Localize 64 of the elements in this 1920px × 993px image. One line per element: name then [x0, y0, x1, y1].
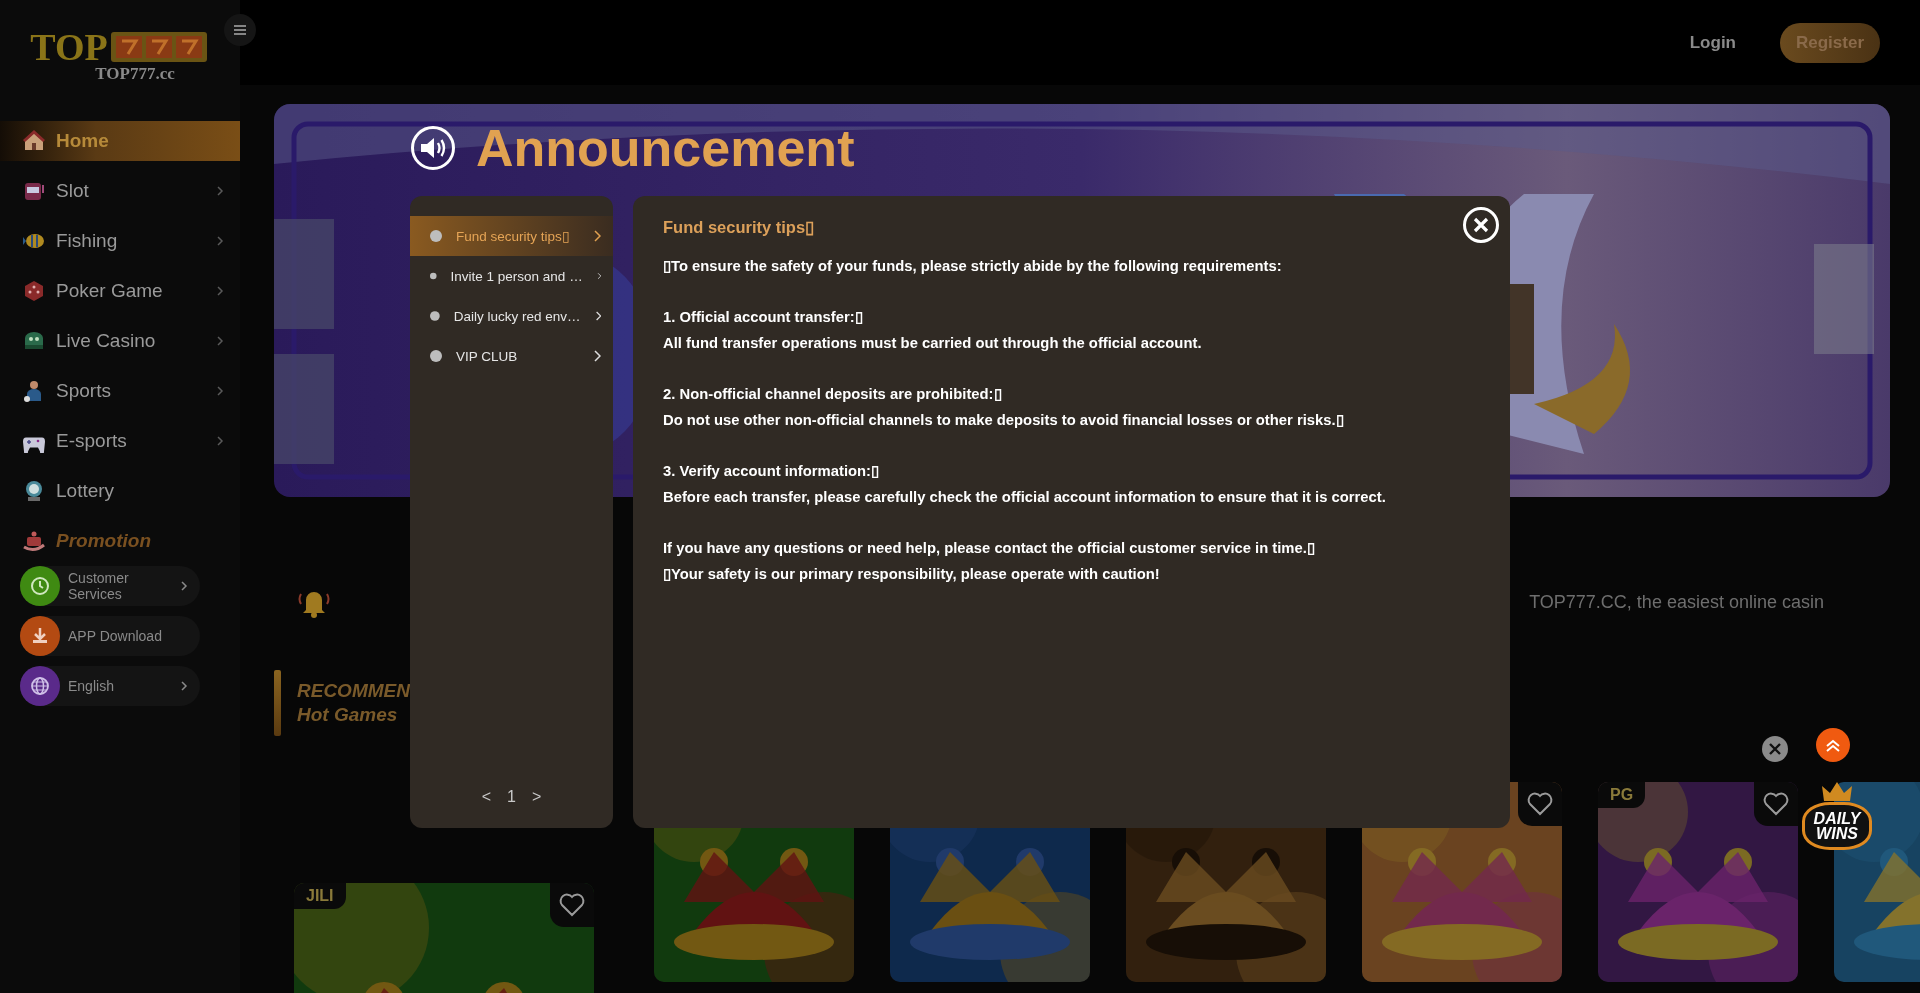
notice-text: Do not use other non-official channels to make deposits to avoid financial losses or other risks.▯ — [663, 411, 1345, 430]
marquee-text: TOP777.CC, the easiest online casin — [1529, 591, 1824, 613]
dismiss-button[interactable] — [1762, 736, 1788, 762]
dot-icon — [430, 230, 442, 242]
scroll-top-button[interactable] — [1816, 728, 1850, 762]
dice-icon — [22, 279, 46, 303]
chevron-icon — [593, 350, 601, 362]
language-selector[interactable]: English — [20, 666, 200, 706]
house-icon — [22, 129, 46, 153]
speaker-icon[interactable] — [410, 125, 456, 171]
heart-icon[interactable] — [1763, 792, 1789, 816]
notice-text: 1. Official account transfer:▯ — [663, 308, 864, 327]
heart-icon[interactable] — [1527, 792, 1553, 816]
dot-icon — [430, 350, 442, 362]
notice-text: 2. Non-official channel deposits are prohibited:▯ — [663, 385, 1003, 404]
menu-icon — [234, 25, 246, 35]
notice-text: All fund transfer operations must be carried out through the official account. — [663, 334, 1203, 353]
nav-item[interactable]: Lottery — [0, 471, 240, 511]
nav-item[interactable]: Poker Game — [0, 271, 240, 311]
close-button[interactable] — [1462, 206, 1500, 244]
next-page-button[interactable]: > — [529, 788, 544, 806]
announcement-tab[interactable]: Fund security tips▯ — [410, 216, 613, 256]
nav-item[interactable]: Fishing — [0, 221, 240, 261]
download-button[interactable]: APP Download — [20, 616, 200, 656]
announcement-tab[interactable]: VIP CLUB — [410, 336, 613, 376]
section-subtitle: Hot Games — [297, 703, 399, 727]
provider-badge: JILI — [294, 883, 346, 909]
daily-wins-button[interactable]: DAILY WINS — [1800, 782, 1874, 874]
menu-button[interactable] — [224, 14, 256, 46]
notice-text: Before each transfer, please carefully check the official account information to ensure that it is correct. — [663, 488, 1387, 507]
logo-domain: TOP777.cc — [95, 64, 175, 84]
slot-reels-icon — [109, 31, 210, 63]
nav-item[interactable]: Live Casino — [0, 321, 240, 361]
notice-text: ▯To ensure the safety of your funds, please strictly abide by the following requirements: — [663, 257, 1283, 276]
double-chevron-icon — [1825, 738, 1841, 752]
notice-text: If you have any questions or need help, please contact the official customer service in time.▯ — [663, 539, 1316, 558]
crown-icon — [1822, 782, 1852, 802]
login-link[interactable]: Login — [1689, 32, 1736, 53]
chevron-icon — [596, 270, 601, 282]
chevron-icon — [593, 230, 601, 242]
logo-wordmark: TOP — [30, 28, 108, 66]
provider-badge: PG — [1598, 782, 1646, 808]
announcement-tab[interactable]: Daily lucky red env… — [410, 296, 613, 336]
nav-item[interactable]: E-sports — [0, 421, 240, 461]
announcement-tab[interactable]: Invite 1 person and … — [410, 256, 613, 296]
section-title: RECOMMEN — [297, 679, 410, 703]
support-button[interactable]: Customer Services — [20, 566, 200, 606]
dot-icon — [430, 270, 437, 282]
accent-bar — [274, 670, 281, 736]
nav-item[interactable]: Sports — [0, 371, 240, 411]
notice-heading: Fund security tips▯ — [663, 218, 816, 237]
gift-icon — [22, 529, 46, 553]
heart-icon[interactable] — [559, 893, 585, 917]
nav-item[interactable]: Slot — [0, 171, 240, 211]
notice-text: 3. Verify account information:▯ — [663, 462, 881, 481]
modal-title: Announcement — [476, 118, 855, 178]
chevron-icon — [594, 310, 601, 322]
close-icon — [1769, 743, 1781, 755]
dot-icon — [430, 310, 440, 322]
notice-text: ▯Your safety is our primary responsibility, please operate with caution! — [663, 565, 1161, 584]
previous-page-button[interactable]: < — [479, 788, 494, 806]
close-icon — [1462, 206, 1500, 244]
nav-item[interactable]: Home — [0, 121, 240, 161]
page-number[interactable]: 1 — [505, 788, 518, 806]
